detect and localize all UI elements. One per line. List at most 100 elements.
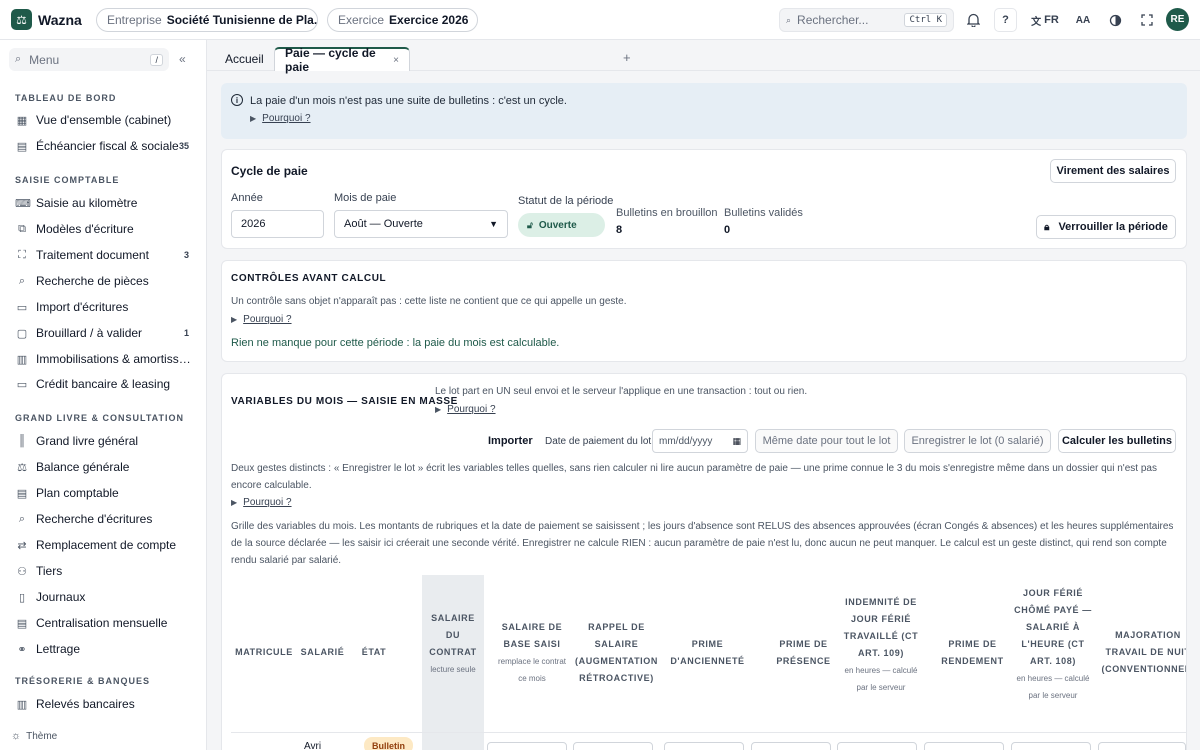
sidebar-item-import[interactable]: ▭ Import d'écritures bbox=[9, 295, 195, 319]
add-tab-icon[interactable]: + bbox=[623, 50, 631, 65]
section-grand-livre: GRAND LIVRE & CONSULTATION bbox=[15, 413, 184, 423]
tab-accueil[interactable]: Accueil bbox=[215, 47, 274, 71]
sidebar-item-label: Crédit bancaire & leasing bbox=[36, 377, 171, 391]
draft-icon: ▢ bbox=[16, 327, 28, 340]
cell-ferie-input[interactable] bbox=[837, 742, 917, 750]
cell-anciennete-input[interactable] bbox=[664, 742, 744, 750]
global-search[interactable]: ⌕ Rechercher... Ctrl K bbox=[779, 8, 954, 32]
chevron-down-icon: ▼ bbox=[475, 15, 477, 25]
menu-shortcut: / bbox=[150, 53, 163, 66]
sidebar-item-traitement[interactable]: ⛶ Traitement document 3 bbox=[9, 243, 195, 267]
count-badge: 3 bbox=[183, 250, 189, 260]
info-banner: i La paie d'un mois n'est pas une suite … bbox=[221, 83, 1187, 139]
cell-rendement-input[interactable] bbox=[924, 742, 1004, 750]
brouillon-label: Bulletins en brouillon bbox=[616, 207, 718, 219]
status-value: Ouverte bbox=[538, 219, 577, 231]
verrouiller-button[interactable]: 🔒︎ Verrouiller la période bbox=[1036, 215, 1176, 239]
date-placeholder: mm/dd/yyyy bbox=[659, 435, 713, 447]
sidebar-item-journaux[interactable]: ▯ Journaux bbox=[9, 585, 195, 609]
cell-chome-input[interactable] bbox=[1011, 742, 1091, 750]
sidebar-item-remplacement[interactable]: ⇄ Remplacement de compte bbox=[9, 533, 195, 557]
annee-field[interactable]: 2026 bbox=[231, 210, 324, 238]
header-salaire-base: SALAIRE DE BASE SAISI remplace le contra… bbox=[496, 619, 568, 687]
sidebar-item-immobilisations[interactable]: ▥ Immobilisations & amortissements bbox=[9, 347, 195, 371]
theme-button[interactable]: ☼ Thème bbox=[11, 730, 57, 742]
date-paiement-input[interactable]: mm/dd/yyyy ▦ bbox=[652, 429, 748, 453]
why-label: Pourquoi ? bbox=[243, 497, 292, 508]
sidebar-item-vue-ensemble[interactable]: ▦ Vue d'ensemble (cabinet) bbox=[9, 108, 195, 132]
controles-why-toggle[interactable]: ▶ Pourquoi ? bbox=[231, 314, 292, 325]
users-icon: ⚇ bbox=[17, 565, 27, 578]
search-icon: ⌕ bbox=[18, 274, 26, 287]
sidebar-item-modeles[interactable]: ⧉ Modèles d'écriture bbox=[9, 217, 195, 241]
grid-icon: ▦ bbox=[16, 114, 28, 127]
grille-text: Grille des variables du mois. Les montan… bbox=[231, 521, 1174, 566]
sidebar-item-label: Vue d'ensemble (cabinet) bbox=[36, 113, 172, 127]
menu-search-input[interactable]: ⌕ Menu / bbox=[9, 48, 169, 71]
sidebar-item-recherche-pieces[interactable]: ⌕ Recherche de pièces bbox=[9, 269, 195, 293]
fullscreen-icon[interactable] bbox=[1137, 8, 1157, 32]
top-bar: ⚖ Wazna Entreprise Société Tunisienne de… bbox=[0, 0, 1200, 40]
sidebar-item-lettrage[interactable]: ⚭ Lettrage bbox=[9, 637, 195, 661]
building-icon: ▥ bbox=[16, 353, 28, 366]
gestes-why-toggle[interactable]: ▶ Pourquoi ? bbox=[231, 497, 292, 508]
sidebar-item-label: Saisie au kilomètre bbox=[36, 196, 138, 210]
sidebar-item-label: Import d'écritures bbox=[36, 300, 129, 314]
header-matricule: MATRICULE bbox=[235, 647, 293, 657]
header-majoration-clip: MAJORATION TRAVAIL DE NUIT (CONVENTIONNE… bbox=[1096, 575, 1187, 695]
why-label: Pourquoi ? bbox=[243, 314, 292, 325]
cell-presence-input[interactable] bbox=[751, 742, 831, 750]
cell-rappel-input[interactable] bbox=[573, 742, 653, 750]
entreprise-selector[interactable]: Entreprise Société Tunisienne de Pla... … bbox=[96, 8, 318, 32]
cell-salaire-base-input[interactable] bbox=[487, 742, 567, 750]
mois-select[interactable]: Août — Ouverte ▼ bbox=[334, 210, 508, 238]
sidebar-item-label: Modèles d'écriture bbox=[36, 222, 134, 236]
importer-button[interactable]: Importer bbox=[488, 435, 533, 447]
menu-placeholder: Menu bbox=[29, 52, 60, 67]
close-icon[interactable]: × bbox=[393, 55, 399, 66]
cell-majoration-input[interactable] bbox=[1098, 742, 1186, 750]
help-button[interactable]: ? bbox=[994, 8, 1017, 32]
collapse-sidebar-icon[interactable]: « bbox=[179, 52, 186, 66]
scan-icon: ⛶ bbox=[18, 248, 26, 261]
virement-button[interactable]: Virement des salaires bbox=[1050, 159, 1176, 183]
sidebar-item-label: Remplacement de compte bbox=[36, 538, 177, 552]
sidebar-item-echeancier[interactable]: ▤ Échéancier fiscal & sociale 35 bbox=[9, 134, 195, 158]
sidebar-item-releves[interactable]: ▥ Relevés bancaires bbox=[9, 692, 195, 716]
bell-icon[interactable] bbox=[963, 8, 983, 32]
meme-date-button[interactable]: Même date pour tout le lot bbox=[755, 429, 898, 453]
lot-why-toggle[interactable]: ▶ Pourquoi ? bbox=[435, 404, 496, 415]
section-tableau: TABLEAU DE BORD bbox=[15, 93, 117, 103]
sidebar-item-saisie-km[interactable]: ⌨ Saisie au kilomètre bbox=[9, 191, 195, 215]
sidebar-item-label: Centralisation mensuelle bbox=[36, 616, 168, 630]
sidebar-item-balance[interactable]: ⚖ Balance générale bbox=[9, 455, 195, 479]
exercice-selector[interactable]: Exercice Exercice 2026 ▼ bbox=[327, 8, 478, 32]
sidebar-item-centralisation[interactable]: ▤ Centralisation mensuelle bbox=[9, 611, 195, 635]
tab-paie-cycle[interactable]: Paie — cycle de paie × bbox=[274, 46, 410, 74]
mois-value: Août — Ouverte bbox=[344, 218, 423, 230]
header-etat: ÉTAT bbox=[361, 647, 387, 657]
swap-icon: ⇄ bbox=[17, 539, 27, 552]
dark-mode-icon[interactable] bbox=[1105, 8, 1125, 32]
sidebar-item-recherche-ecritures[interactable]: ⌕ Recherche d'écritures bbox=[9, 507, 195, 531]
sidebar-item-grand-livre[interactable]: ║ Grand livre général bbox=[9, 429, 195, 453]
header-majoration: MAJORATION TRAVAIL DE NUIT (CONVENTIONNE… bbox=[1101, 630, 1187, 674]
avatar[interactable]: RE bbox=[1166, 8, 1189, 31]
sidebar-item-brouillard[interactable]: ▢ Brouillard / à valider 1 bbox=[9, 321, 195, 345]
sidebar-item-plan[interactable]: ▤ Plan comptable bbox=[9, 481, 195, 505]
font-size-button[interactable]: AA bbox=[1073, 8, 1093, 32]
calculer-bulletins-button[interactable]: Calculer les bulletins bbox=[1058, 429, 1176, 453]
sidebar-item-credit[interactable]: ▭ Crédit bancaire & leasing bbox=[9, 372, 195, 396]
sidebar-item-label: Lettrage bbox=[36, 642, 81, 656]
card-icon: ▭ bbox=[16, 378, 28, 391]
books-icon: ║ bbox=[18, 435, 26, 447]
tab-strip: Accueil Paie — cycle de paie × + bbox=[207, 40, 1200, 74]
language-button[interactable]: 文 FR bbox=[1029, 8, 1061, 32]
sidebar-item-tiers[interactable]: ⚇ Tiers bbox=[9, 559, 195, 583]
sidebar-item-label: Plan comptable bbox=[36, 486, 119, 500]
brand-name[interactable]: Wazna bbox=[38, 12, 82, 28]
banner-why-toggle[interactable]: ▶ Pourquoi ? bbox=[250, 113, 311, 124]
enregistrer-lot-button[interactable]: Enregistrer le lot (0 salarié) bbox=[904, 429, 1051, 453]
header-label: SALAIRE DU CONTRAT bbox=[429, 613, 477, 657]
calendar-icon: ▤ bbox=[16, 140, 28, 153]
